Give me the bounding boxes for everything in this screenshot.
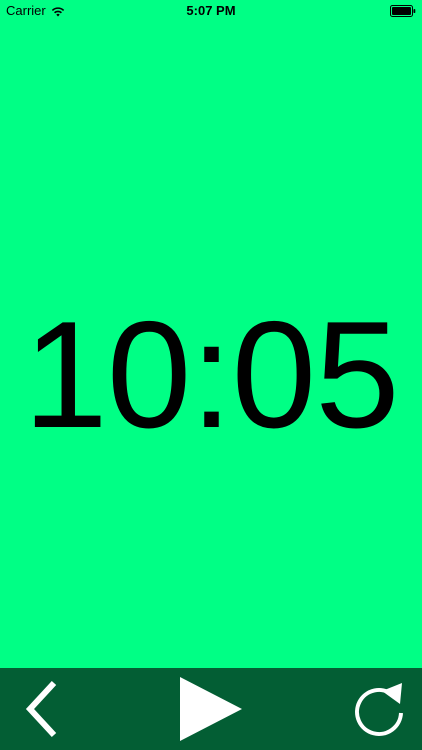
play-icon — [180, 677, 242, 741]
status-bar: Carrier 5:07 PM — [0, 0, 422, 22]
back-button[interactable] — [10, 668, 70, 750]
status-time: 5:07 PM — [186, 3, 236, 18]
timer-screen: Carrier 5:07 PM 10:05 — [0, 0, 422, 750]
refresh-icon — [355, 683, 403, 736]
battery-icon — [390, 5, 416, 17]
play-button[interactable] — [166, 668, 256, 750]
countdown-display: 10:05 — [23, 290, 399, 460]
chevron-left-icon — [25, 680, 57, 738]
bottom-toolbar — [0, 668, 422, 750]
reset-button[interactable] — [344, 668, 414, 750]
